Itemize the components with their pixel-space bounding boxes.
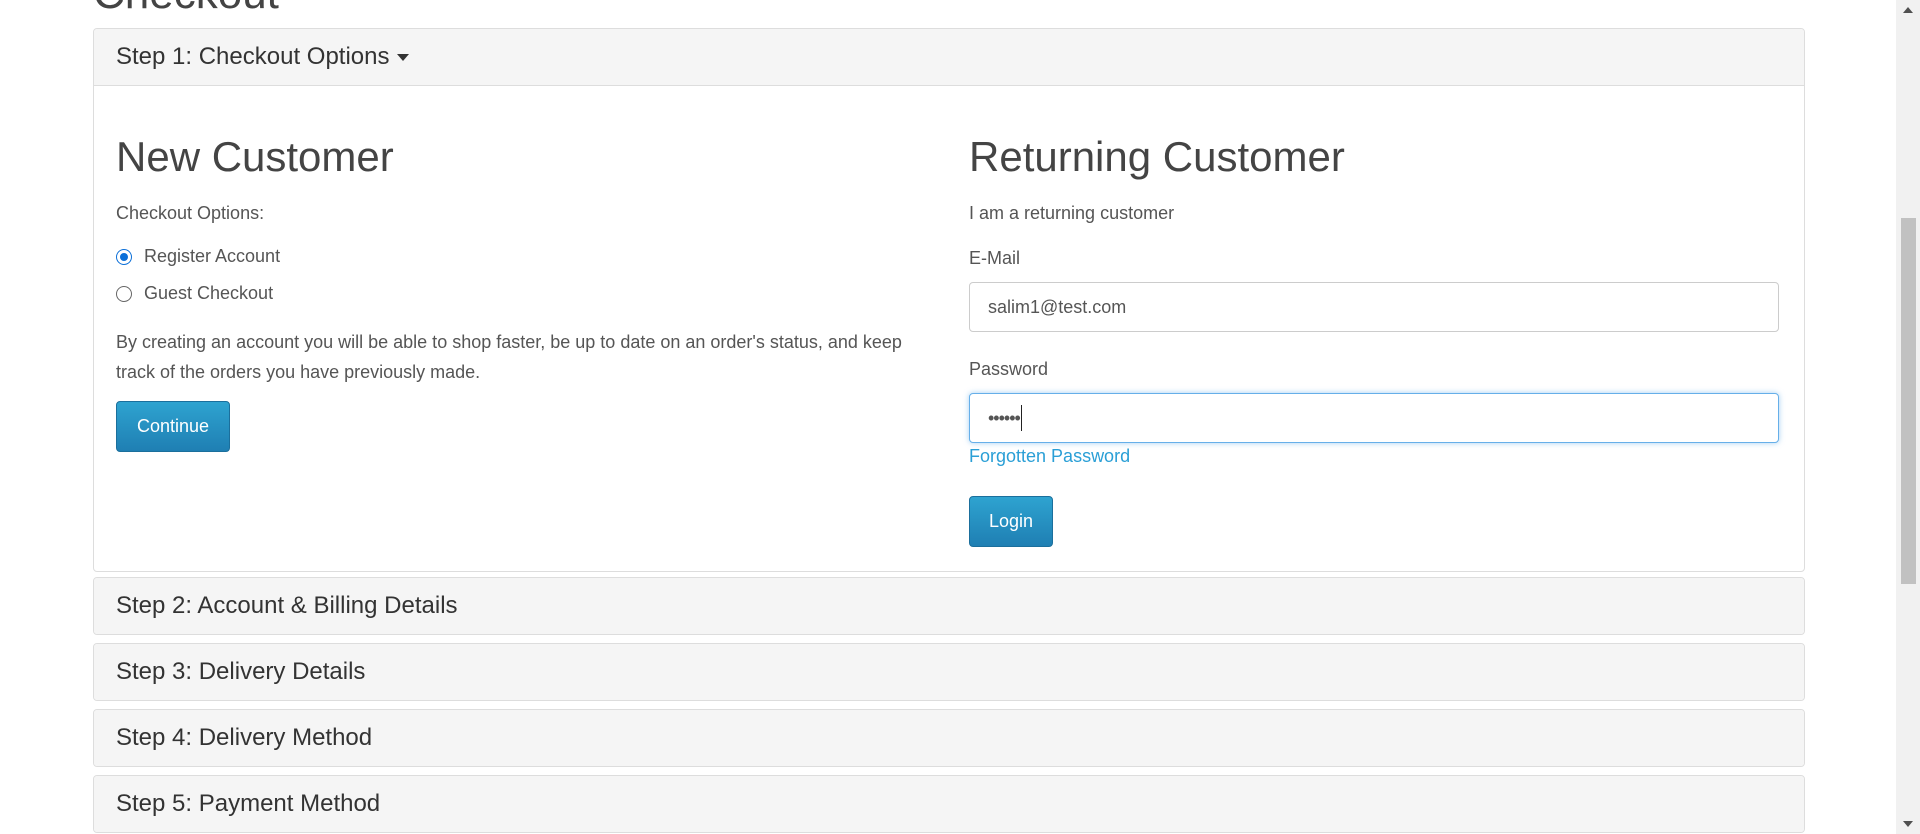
guest-checkout-option[interactable]: Guest Checkout [116, 283, 273, 304]
register-description: By creating an account you will be able … [116, 332, 902, 382]
email-value[interactable]: salim1@test.com [988, 297, 1126, 318]
guest-checkout-radio[interactable] [116, 285, 132, 302]
checkout-page: Checkout Step 1: Checkout Options New Cu… [0, 0, 1920, 834]
step-4-heading[interactable]: Step 4: Delivery Method [94, 710, 1804, 766]
step-5-heading[interactable]: Step 5: Payment Method [94, 776, 1804, 832]
step-2-heading[interactable]: Step 2: Account & Billing Details [94, 578, 1804, 634]
step-1-body: New Customer Checkout Options: Register … [94, 86, 1804, 571]
step-3-heading[interactable]: Step 3: Delivery Details [94, 644, 1804, 700]
returning-customer-subtitle: I am a returning customer [969, 203, 1175, 223]
step-5-title[interactable]: Step 5: Payment Method [116, 790, 380, 818]
scroll-thumb[interactable] [1901, 218, 1916, 584]
step-4-panel[interactable]: Step 4: Delivery Method [93, 709, 1805, 767]
email-field[interactable]: salim1@test.com [969, 282, 1779, 332]
returning-customer-title: Returning Customer [969, 133, 1345, 180]
vertical-scrollbar[interactable] [1896, 0, 1920, 834]
step-3-title[interactable]: Step 3: Delivery Details [116, 658, 365, 686]
register-account-radio[interactable] [116, 248, 132, 265]
text-cursor [1020, 405, 1023, 431]
step-2-panel[interactable]: Step 2: Account & Billing Details [93, 577, 1805, 635]
register-account-label[interactable]: Register Account [144, 246, 280, 267]
new-customer-title: New Customer [116, 133, 394, 180]
login-button[interactable]: Login [969, 496, 1053, 547]
register-account-option[interactable]: Register Account [116, 246, 280, 267]
step-1-title[interactable]: Step 1: Checkout Options [116, 43, 390, 71]
step-1-heading[interactable]: Step 1: Checkout Options [94, 29, 1804, 86]
password-label: Password [969, 359, 1049, 379]
step-1-panel: Step 1: Checkout Options New Customer Ch… [93, 28, 1805, 572]
step-3-panel[interactable]: Step 3: Delivery Details [93, 643, 1805, 701]
step-5-panel[interactable]: Step 5: Payment Method [93, 775, 1805, 833]
continue-button[interactable]: Continue [116, 401, 230, 452]
page-title: Checkout [93, 0, 279, 16]
scroll-down-arrow-icon[interactable] [1903, 821, 1913, 827]
password-field[interactable]: •••••• [969, 393, 1779, 443]
scroll-up-arrow-icon[interactable] [1903, 7, 1913, 13]
step-2-title[interactable]: Step 2: Account & Billing Details [116, 592, 458, 620]
step-4-title[interactable]: Step 4: Delivery Method [116, 724, 372, 752]
guest-checkout-label[interactable]: Guest Checkout [144, 283, 273, 304]
caret-down-icon[interactable] [396, 53, 409, 61]
email-label: E-Mail [969, 248, 1021, 268]
checkout-options-label: Checkout Options: [116, 203, 265, 223]
forgotten-password-link[interactable]: Forgotten Password [969, 446, 1130, 467]
password-value[interactable]: •••••• [988, 408, 1021, 429]
